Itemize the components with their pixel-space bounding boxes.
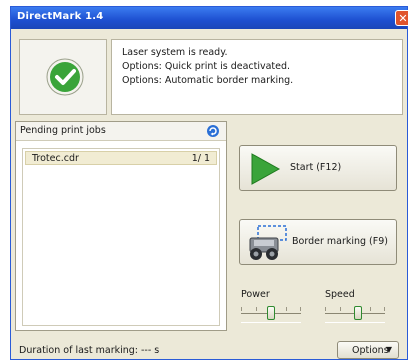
- status-messages: Laser system is ready. Options: Quick pr…: [111, 39, 403, 115]
- slider-tick: [384, 307, 385, 311]
- border-marking-label: Border marking (F9): [292, 236, 388, 247]
- duration-label: Duration of last marking: --- s: [19, 345, 160, 356]
- options-label: Options: [352, 345, 389, 356]
- power-slider-thumb[interactable]: [267, 306, 275, 320]
- slider-tick: [325, 307, 326, 311]
- slider-tick: [340, 307, 341, 311]
- laser-machine-icon: [249, 225, 287, 260]
- slider-group: Power Speed: [239, 289, 399, 329]
- jobs-header-label: Pending print jobs: [20, 125, 106, 136]
- power-label: Power: [241, 289, 270, 300]
- action-panel: Start (F12) Border marking (F9) Power Sp…: [231, 121, 403, 331]
- app-window: DirectMark 1.4 ✕ Laser system is ready. …: [10, 6, 408, 360]
- refresh-icon[interactable]: [206, 124, 220, 138]
- start-button[interactable]: Start (F12): [239, 145, 397, 191]
- slider-tick: [370, 307, 371, 311]
- pending-jobs-panel: Pending print jobs Trotec.cdr 1/ 1: [15, 121, 227, 331]
- footer: Duration of last marking: --- s Options …: [11, 337, 407, 361]
- start-button-label: Start (F12): [290, 162, 342, 173]
- close-icon: ✕: [398, 12, 408, 25]
- status-line: Laser system is ready.: [122, 47, 228, 58]
- dropdown-arrow-icon: ▼: [385, 345, 392, 354]
- speed-slider-thumb[interactable]: [353, 306, 362, 320]
- title-bar[interactable]: DirectMark 1.4 ✕: [11, 7, 408, 29]
- jobs-header: Pending print jobs: [16, 122, 226, 141]
- slider-tick: [256, 307, 257, 311]
- play-icon: [251, 153, 281, 185]
- jobs-list[interactable]: Trotec.cdr 1/ 1: [22, 148, 220, 326]
- status-icon-box: [19, 39, 107, 115]
- job-row[interactable]: Trotec.cdr 1/ 1: [25, 151, 217, 165]
- status-line: Options: Quick print is deactivated.: [122, 61, 291, 72]
- options-button[interactable]: Options ▼: [337, 341, 399, 359]
- status-line: Options: Automatic border marking.: [122, 75, 294, 86]
- border-marking-button[interactable]: Border marking (F9): [239, 219, 397, 265]
- job-count: 1/ 1: [191, 153, 210, 164]
- speed-label: Speed: [325, 289, 355, 300]
- window-title: DirectMark 1.4: [17, 11, 104, 22]
- slider-tick: [241, 307, 242, 311]
- checkmark-icon: [46, 58, 84, 96]
- speed-slider[interactable]: [325, 306, 385, 323]
- job-name: Trotec.cdr: [32, 153, 79, 164]
- close-button[interactable]: ✕: [395, 10, 408, 26]
- slider-tick: [286, 307, 287, 311]
- slider-tick: [300, 307, 301, 311]
- power-slider[interactable]: [241, 306, 301, 323]
- status-panel: Laser system is ready. Options: Quick pr…: [15, 33, 403, 117]
